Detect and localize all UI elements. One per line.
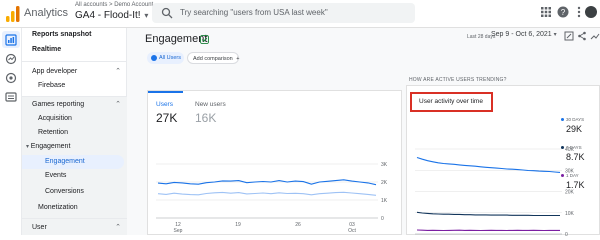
more-vert-icon[interactable] — [573, 6, 585, 18]
insights-icon[interactable] — [590, 31, 600, 41]
nav-group-games-reporting[interactable]: Games reporting ⌃ — [32, 98, 137, 112]
series-line — [157, 191, 377, 196]
nav-item-reports-snapshot[interactable]: Reports snapshot — [32, 28, 137, 42]
legend-label: 1 DAY — [566, 173, 579, 178]
card-title: User activity over time — [419, 98, 483, 105]
section-header: HOW ARE ACTIVE USERS TRENDING? — [409, 77, 507, 83]
advertising-icon[interactable] — [5, 72, 17, 84]
y-tick-label: 0 — [565, 232, 568, 236]
y-tick-label: 0 — [381, 216, 384, 222]
search-icon — [161, 7, 173, 19]
top-bar: Analytics All accounts > Demo Account GA… — [0, 0, 600, 28]
legend-1-day: 1 DAY — [561, 173, 579, 178]
y-tick-label: 1K — [381, 198, 388, 204]
date-range-value: Sep 9 - Oct 6, 2021 — [491, 31, 552, 38]
chip-label: All Users — [159, 55, 182, 61]
customize-report-icon[interactable] — [564, 31, 574, 41]
legend-dot — [561, 118, 564, 122]
legend-7-days-value: 8.7K — [566, 152, 585, 162]
main-content: Engagement Last 28 days Sep 9 - Oct 6, 2… — [127, 28, 600, 236]
legend-30-days-value: 29K — [566, 124, 583, 134]
share-icon[interactable] — [577, 31, 587, 41]
user-activity-title-box: User activity over time — [410, 92, 493, 112]
x-tick-label: Oct — [348, 228, 356, 234]
users-chart-card: Users 27K New users 16K 3K 2K 1K 0 12 Sep 19 26… — [147, 90, 402, 235]
nav-group-label: Games reporting — [32, 101, 85, 108]
nav-item-engagement-group[interactable]: ▾ Engagement — [26, 140, 131, 154]
legend-label: 7 DAYS — [566, 145, 582, 150]
app-title: Analytics — [24, 7, 69, 19]
reports-icon[interactable] — [5, 34, 17, 46]
nav-divider — [22, 218, 127, 219]
property-name: GA4 - Flood-It! — [75, 10, 141, 21]
search-bar[interactable]: Try searching "users from USA last week" — [152, 3, 415, 23]
x-tick-label: 19 — [235, 222, 241, 228]
chevron-up-icon: ⌃ — [115, 224, 121, 231]
page-title: Engagement — [145, 33, 208, 45]
nav-group-label: User — [32, 224, 47, 231]
y-tick-label: 2K — [381, 180, 388, 186]
nav-panel: Reports snapshot Realtime App developer … — [22, 28, 127, 235]
segment-dot — [151, 55, 157, 61]
property-selector[interactable]: GA4 - Flood-It! ▾ — [75, 10, 148, 21]
nav-item-label: Engagement — [30, 143, 71, 150]
chevron-up-icon: ⌃ — [115, 68, 121, 75]
chip-label: Add comparison — [193, 56, 233, 62]
verified-check-icon — [200, 35, 209, 44]
legend-dot — [561, 146, 564, 150]
search-input[interactable]: Try searching "users from USA last week" — [180, 8, 328, 17]
configure-icon[interactable] — [5, 91, 17, 103]
series-line — [416, 229, 560, 232]
legend-1-day-value: 1.7K — [566, 180, 585, 190]
chevron-up-icon: ⌃ — [115, 101, 121, 108]
chevron-down-icon: ▾ — [553, 32, 557, 38]
breadcrumb[interactable]: All accounts > Demo Account — [75, 2, 153, 8]
nav-group-label: App developer — [32, 68, 78, 75]
nav-divider — [22, 61, 127, 62]
help-icon[interactable]: ? — [557, 6, 569, 18]
legend-7-days: 7 DAYS — [561, 145, 582, 150]
date-range-picker[interactable]: Sep 9 - Oct 6, 2021 ▾ — [491, 31, 557, 38]
legend-30-days: 30 DAYS — [561, 117, 584, 122]
legend-label: 30 DAYS — [566, 117, 585, 122]
explore-icon[interactable] — [5, 53, 17, 65]
nav-item-realtime[interactable]: Realtime — [32, 43, 137, 57]
chevron-down-icon: ▾ — [144, 11, 149, 20]
x-tick-label: 26 — [295, 222, 301, 228]
nav-group-user[interactable]: User ⌃ — [32, 221, 137, 235]
y-tick-label: 10K — [565, 211, 575, 217]
add-comparison-button[interactable]: Add comparison + — [187, 52, 240, 64]
y-tick-label: 20K — [565, 190, 575, 196]
y-tick-label: 3K — [381, 162, 388, 168]
users-line-chart: 3K2K1K012Sep19 26 03Oct — [156, 162, 388, 234]
legend-dot — [561, 174, 564, 178]
svg-text:?: ? — [561, 8, 566, 17]
analytics-logo — [6, 6, 20, 22]
avatar[interactable] — [585, 6, 597, 18]
apps-grid-icon[interactable] — [540, 6, 552, 18]
left-rail — [0, 28, 22, 235]
all-users-chip[interactable]: All Users — [147, 52, 184, 64]
x-tick-label: Sep — [174, 228, 183, 234]
plus-icon: + — [236, 56, 240, 62]
nav-group-app-developer[interactable]: App developer ⌃ — [32, 65, 137, 79]
